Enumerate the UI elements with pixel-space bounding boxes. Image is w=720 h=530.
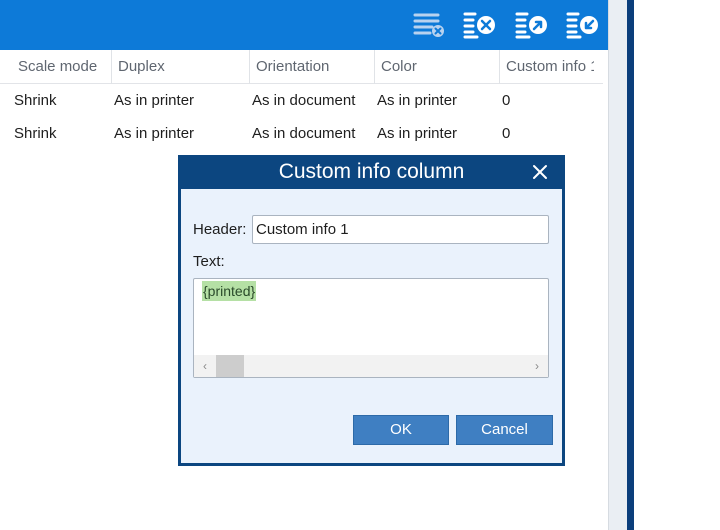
printed-token: {printed} [202,281,257,301]
cell-color: As in printer [377,125,458,142]
column-header-scale-mode[interactable]: Scale mode [12,50,111,84]
cell-duplex: As in printer [114,92,195,109]
cell-orientation: As in document [252,92,356,109]
dialog-title: Custom info column [278,160,465,183]
text-area[interactable]: {printed} ‹ › [193,278,549,378]
table-row[interactable]: Shrink As in printer As in document As i… [0,117,603,150]
scroll-left-icon[interactable]: ‹ [196,355,214,377]
window-border [627,0,634,530]
remove-column-icon[interactable] [463,10,497,40]
scroll-right-icon[interactable]: › [528,355,546,377]
scrollbar-thumb[interactable] [216,355,244,377]
close-icon[interactable] [529,161,551,183]
move-column-in-icon[interactable] [566,10,600,40]
cancel-button[interactable]: Cancel [456,415,553,445]
column-header-custom-info[interactable]: Custom info 1 [499,50,594,84]
cell-duplex: As in printer [114,125,195,142]
table-header: Scale mode Duplex Orientation Color Cust… [0,50,603,84]
header-input[interactable] [252,215,549,244]
cell-color: As in printer [377,92,458,109]
text-label: Text: [193,253,225,270]
column-header-duplex[interactable]: Duplex [111,50,249,84]
cell-scale-mode: Shrink [14,92,57,109]
cell-custom-info: 0 [502,92,511,109]
cell-orientation: As in document [252,125,356,142]
window-side-panel [608,0,627,530]
move-column-out-icon[interactable] [515,10,549,40]
horizontal-scrollbar[interactable]: ‹ › [194,355,548,377]
custom-info-dialog: Custom info column Header: Text: {printe… [178,155,565,466]
toolbar [0,0,608,50]
cell-custom-info: 0 [502,125,511,142]
dialog-body: Header: Text: {printed} ‹ › OK Cancel [181,189,562,463]
table-row[interactable]: Shrink As in printer As in document As i… [0,84,603,117]
cell-scale-mode: Shrink [14,125,57,142]
clear-columns-icon[interactable] [412,10,446,40]
ok-button[interactable]: OK [353,415,449,445]
column-header-color[interactable]: Color [374,50,499,84]
header-label: Header: [193,221,247,238]
column-header-orientation[interactable]: Orientation [249,50,374,84]
